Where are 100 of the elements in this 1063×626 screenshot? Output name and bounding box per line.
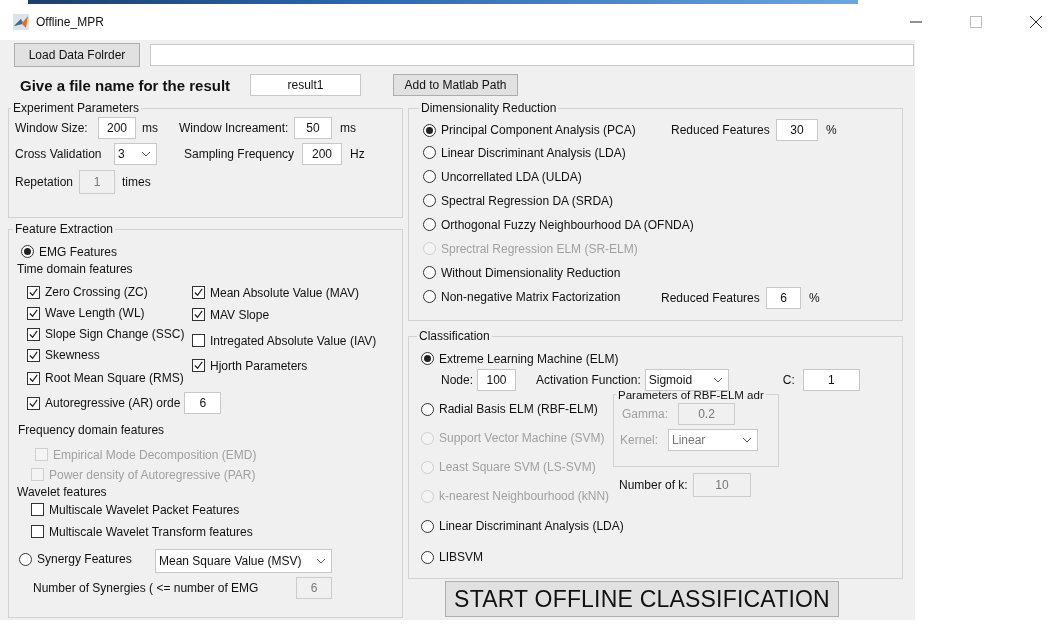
input-field[interactable]: 6 bbox=[184, 392, 222, 414]
radio-button[interactable] bbox=[423, 146, 436, 160]
caret-icon bbox=[742, 436, 752, 443]
section-label: Frequency domain features bbox=[18, 422, 166, 437]
close-icon[interactable] bbox=[1030, 16, 1042, 28]
option-label: LIBSVM bbox=[439, 550, 483, 564]
caret-icon bbox=[316, 557, 326, 564]
field-label: Number of k: bbox=[619, 477, 689, 492]
radio-button[interactable] bbox=[19, 552, 32, 566]
section-label: Wavelet features bbox=[17, 484, 108, 499]
option-label: Non-negative Matrix Factorization bbox=[441, 289, 621, 304]
panel-title: Dimensionality Reduction bbox=[420, 101, 558, 115]
radio-button[interactable] bbox=[21, 245, 34, 258]
input-field[interactable]: 100 bbox=[477, 368, 517, 391]
unit-label: ms bbox=[340, 121, 356, 135]
input-field[interactable]: 50 bbox=[294, 117, 332, 139]
folder-path-field[interactable] bbox=[150, 44, 914, 66]
field-label: Activation Function: bbox=[536, 372, 641, 387]
option-label: Without Dimensionality Reduction bbox=[441, 265, 621, 280]
field-label: Window Size: bbox=[15, 121, 89, 135]
load-folder-button[interactable]: Load Data Folrder bbox=[14, 43, 140, 67]
field-label: C: bbox=[782, 372, 795, 387]
start-classification-button[interactable]: START OFFLINE CLASSIFICATION bbox=[445, 581, 839, 617]
field-label: Node: bbox=[441, 372, 474, 387]
option-label: EMG Features bbox=[39, 244, 118, 259]
option-label: Slope Sign Change (SSC) bbox=[45, 327, 185, 341]
radio-button[interactable] bbox=[421, 402, 434, 416]
panel-title: Feature Extraction bbox=[14, 222, 115, 236]
option-label: Support Vector Machine (SVM) bbox=[439, 431, 605, 445]
option-label: Zero Crossing (ZC) bbox=[45, 285, 148, 299]
option-label: k-nearest Neighbourhood (kNN) bbox=[439, 489, 610, 503]
field-label: Number of Synergies ( <= number of EMG bbox=[33, 580, 260, 595]
dropdown[interactable]: Mean Square Value (MSV) bbox=[155, 548, 332, 573]
checkbox[interactable] bbox=[27, 348, 40, 362]
option-label: Autoregressive (AR) orde bbox=[45, 396, 181, 410]
checkbox[interactable] bbox=[192, 308, 205, 321]
panel-title: Classification bbox=[418, 329, 491, 343]
option-label: Spectral Regression DA (SRDA) bbox=[441, 193, 614, 208]
option-label: Hjorth Parameters bbox=[210, 358, 308, 373]
unit-label: ms bbox=[142, 121, 159, 135]
result-name-label: Give a file name for the result bbox=[20, 76, 232, 94]
option-label: MAV Slope bbox=[210, 307, 270, 322]
checkbox[interactable] bbox=[27, 327, 40, 341]
checkbox[interactable] bbox=[192, 359, 205, 372]
checkbox[interactable] bbox=[31, 503, 44, 516]
radio-button[interactable] bbox=[423, 290, 436, 304]
option-label: Orthogonal Fuzzy Neighbourhood DA (OFNDA) bbox=[441, 217, 694, 232]
option-label: Linear Discriminant Analysis (LDA) bbox=[441, 145, 626, 160]
radio-button[interactable] bbox=[423, 194, 436, 208]
radio-button[interactable] bbox=[421, 352, 434, 365]
option-label: Least Square SVM (LS-SVM) bbox=[439, 460, 596, 474]
checkbox[interactable] bbox=[27, 371, 40, 385]
option-label: Wave Length (WL) bbox=[45, 306, 145, 320]
field-label: Window Increament: bbox=[179, 121, 290, 135]
input-field[interactable]: 1 bbox=[802, 368, 860, 391]
input-field[interactable]: 200 bbox=[302, 143, 342, 165]
checkbox[interactable] bbox=[192, 286, 205, 299]
section-label: Time domain features bbox=[17, 261, 134, 276]
checkbox[interactable] bbox=[31, 525, 44, 538]
dropdown[interactable]: 3 bbox=[114, 143, 157, 165]
input-field[interactable]: 6 bbox=[766, 287, 801, 309]
input-field[interactable]: 30 bbox=[776, 119, 818, 141]
option-label: Uncorrellated LDA (ULDA) bbox=[441, 169, 582, 184]
checkbox[interactable] bbox=[27, 285, 40, 299]
radio-button[interactable] bbox=[423, 218, 436, 232]
option-label: Intregated Absolute Value (IAV) bbox=[210, 333, 377, 348]
option-label: Linear Discriminant Analysis (LDA) bbox=[439, 519, 624, 533]
option-label: Root Mean Square (RMS) bbox=[45, 371, 184, 385]
checkbox[interactable] bbox=[27, 396, 40, 410]
radio-button[interactable] bbox=[423, 123, 436, 137]
dropdown[interactable]: Sigmoid bbox=[644, 368, 729, 391]
option-label: Radial Basis ELM (RBF-ELM) bbox=[439, 402, 598, 416]
option-label: Power density of Autoregressive (PAR) bbox=[49, 467, 256, 482]
unit-label: times bbox=[122, 175, 151, 189]
option-label: Multiscale Wavelet Transform features bbox=[49, 524, 253, 539]
add-path-button[interactable]: Add to Matlab Path bbox=[393, 74, 518, 96]
radio-button[interactable] bbox=[421, 550, 434, 564]
option-label: Synergy Features bbox=[37, 552, 132, 567]
unit-label: Hz bbox=[350, 147, 365, 161]
field-label: Kernel: bbox=[620, 432, 660, 447]
result-name-field[interactable]: result1 bbox=[250, 74, 361, 96]
window-title: Offline_MPR bbox=[36, 15, 104, 29]
checkbox[interactable] bbox=[192, 334, 205, 347]
option-label: Sprectral Regression ELM (SR-ELM) bbox=[441, 241, 638, 256]
panel-title: Experiment Parameters bbox=[12, 101, 141, 115]
field-label: Reduced Features bbox=[661, 291, 761, 305]
radio-button[interactable] bbox=[423, 266, 436, 280]
radio-button[interactable] bbox=[423, 170, 436, 184]
field-label: Sampling Frequency bbox=[184, 147, 296, 161]
radio-button[interactable] bbox=[421, 519, 434, 533]
option-label: Extreme Learning Machine (ELM) bbox=[439, 351, 619, 366]
field-label: Cross Validation bbox=[15, 147, 103, 161]
unit-label: % bbox=[826, 123, 837, 137]
panel-title: Parameters of RBF-ELM adr bbox=[617, 388, 765, 401]
caret-icon bbox=[141, 151, 151, 157]
option-label: Empirical Mode Decomposition (EMD) bbox=[53, 447, 257, 462]
input-field[interactable]: 200 bbox=[98, 117, 136, 139]
option-label: Principal Component Analysis (PCA) bbox=[441, 123, 636, 138]
checkbox[interactable] bbox=[27, 306, 40, 320]
caret-icon bbox=[712, 376, 723, 383]
